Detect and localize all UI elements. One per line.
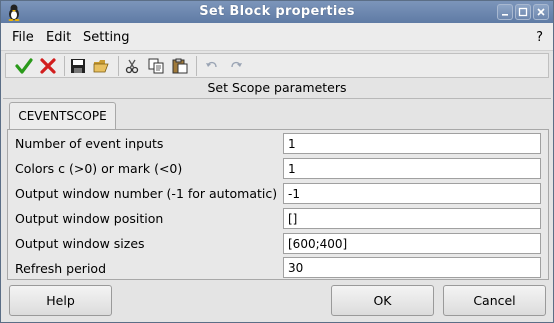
field-label: Number of event inputs [15,136,164,151]
field-label: Output window sizes [15,236,145,251]
window-number-field[interactable] [283,183,541,204]
refresh-period-field[interactable] [283,257,541,278]
save-icon[interactable] [68,56,88,76]
cancel-button[interactable]: Cancel [443,285,546,316]
window-sizes-field[interactable] [283,233,541,254]
window-title: Set Block properties [199,4,355,19]
paste-icon[interactable] [170,56,190,76]
title-bar[interactable]: Set Block properties [1,1,553,23]
menu-file[interactable]: File [12,30,34,45]
undo-icon[interactable] [202,56,222,76]
check-icon[interactable] [14,56,34,76]
maximize-icon[interactable] [515,4,531,20]
parameters-panel: Number of event inputs Colors c (>0) or … [7,129,549,280]
toolbar [5,53,549,78]
menu-help[interactable]: ? [536,30,543,45]
divider [3,98,551,99]
tab-ceventscope[interactable]: CEVENTSCOPE [9,102,116,130]
colors-field[interactable] [283,158,541,179]
minimize-icon[interactable] [497,4,513,20]
cut-icon[interactable] [122,56,142,76]
menu-edit[interactable]: Edit [46,30,71,45]
section-title: Set Scope parameters [207,80,347,95]
field-label: Refresh period [15,261,106,276]
open-icon[interactable] [92,56,112,76]
field-label: Output window number (-1 for automatic) [15,186,278,201]
ok-button[interactable]: OK [331,285,434,316]
menu-bar: File Edit Setting ? [1,23,553,51]
redo-icon[interactable] [226,56,246,76]
help-button[interactable]: Help [9,285,112,316]
field-label: Output window position [15,211,164,226]
close-icon[interactable] [533,4,549,20]
copy-icon[interactable] [146,56,166,76]
menu-setting[interactable]: Setting [83,30,130,45]
event-inputs-field[interactable] [283,133,541,154]
window-position-field[interactable] [283,208,541,229]
field-label: Colors c (>0) or mark (<0) [15,161,183,176]
dialog-window: Set Block properties File Edit Setting ? [0,0,554,323]
cancel-icon[interactable] [38,56,58,76]
